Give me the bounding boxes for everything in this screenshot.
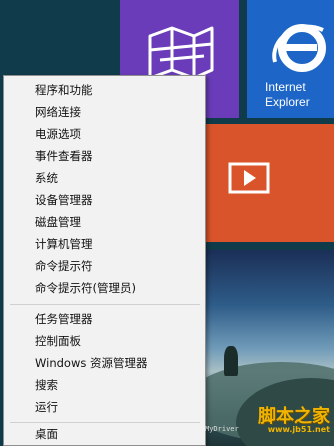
menu-item-task-manager[interactable]: 任务管理器 (4, 308, 205, 330)
menu-item-system[interactable]: 系统 (4, 167, 205, 189)
video-play-icon (228, 162, 270, 194)
menu-item-power-options[interactable]: 电源选项 (4, 123, 205, 145)
menu-item-disk-management[interactable]: 磁盘管理 (4, 211, 205, 233)
internet-explorer-tile[interactable]: Internet Explorer (247, 0, 334, 118)
power-user-menu: 程序和功能 网络连接 电源选项 事件查看器 系统 设备管理器 磁盘管理 计算机管… (3, 75, 206, 446)
menu-item-command-prompt-admin[interactable]: 命令提示符(管理员) (4, 277, 205, 299)
menu-item-control-panel[interactable]: 控制面板 (4, 330, 205, 352)
menu-item-search[interactable]: 搜索 (4, 374, 205, 396)
menu-item-file-explorer[interactable]: Windows 资源管理器 (4, 352, 205, 374)
watermark-credit: MyDriver (205, 425, 239, 433)
video-tile[interactable] (206, 124, 334, 242)
start-screen: Internet Explorer 程序和功能 网络连接 电源选项 事件查看器 … (0, 0, 334, 446)
watermark-url: www.jb51.net (267, 425, 330, 434)
photo-tree (224, 346, 238, 376)
internet-explorer-label: Internet Explorer (265, 80, 310, 109)
menu-item-network-connections[interactable]: 网络连接 (4, 101, 205, 123)
internet-explorer-icon (272, 24, 326, 72)
menu-item-run[interactable]: 运行 (4, 396, 205, 418)
menu-item-command-prompt[interactable]: 命令提示符 (4, 255, 205, 277)
menu-item-event-viewer[interactable]: 事件查看器 (4, 145, 205, 167)
menu-separator (10, 304, 200, 305)
menu-item-device-manager[interactable]: 设备管理器 (4, 189, 205, 211)
menu-item-programs-and-features[interactable]: 程序和功能 (4, 79, 205, 101)
menu-item-desktop[interactable]: 桌面 (4, 423, 205, 445)
menu-item-computer-management[interactable]: 计算机管理 (4, 233, 205, 255)
